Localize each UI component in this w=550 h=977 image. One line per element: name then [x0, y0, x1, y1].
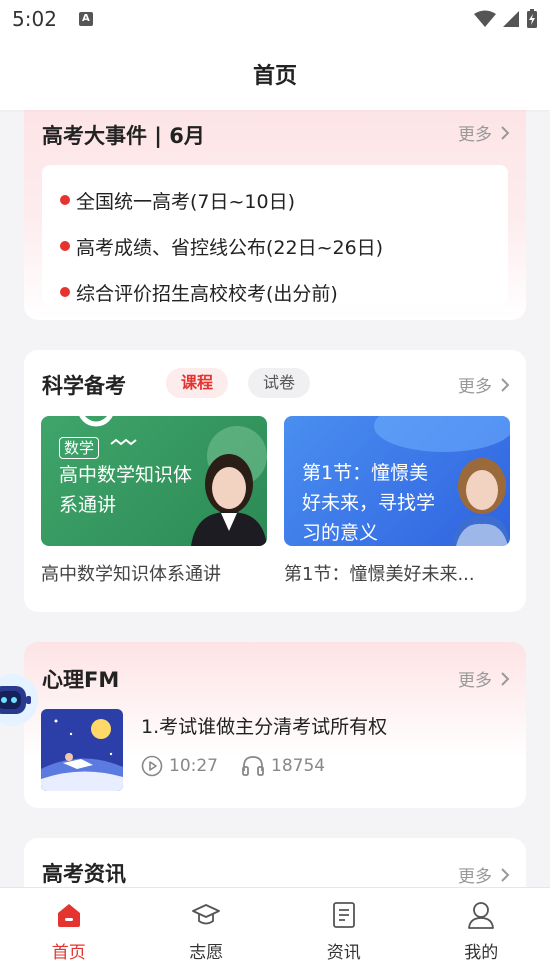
status-bar: 5:02 A	[0, 0, 550, 38]
more-label: 更多	[458, 125, 492, 145]
exam-events-card: 高考大事件 | 6月 更多 全国统一高考(7日~10日) 高考成绩、省控线公布(…	[24, 110, 526, 320]
battery-icon	[527, 9, 537, 28]
exam-prep-title: 科学备考	[42, 374, 126, 398]
play-circle-icon	[141, 755, 163, 777]
bullet-dot-icon	[60, 195, 70, 205]
tab-news[interactable]: 资讯	[275, 888, 413, 977]
exam-event-text: 综合评价招生高校校考(出分前)	[76, 282, 338, 305]
fm-listens-value: 18754	[271, 756, 326, 776]
exam-event-text: 全国统一高考(7日~10日)	[76, 190, 296, 213]
more-label: 更多	[458, 867, 492, 887]
course-item-lesson-1[interactable]: 第1节：憧憬美 好未来，寻找学 习的意义 第1节：憧憬美好未来...	[284, 416, 510, 586]
tab-volunteer[interactable]: 志愿	[138, 888, 276, 977]
course-caption: 高中数学知识体系通讲	[41, 564, 221, 585]
thumbnail-text-line: 习的意义	[302, 522, 379, 544]
thumbnail-text-line: 系通讲	[59, 494, 117, 516]
exam-event-item[interactable]: 全国统一高考(7日~10日)	[42, 177, 508, 223]
floating-assistant-robot[interactable]	[0, 672, 38, 728]
fm-episode-cover[interactable]	[41, 709, 123, 791]
fm-episode-title[interactable]: 1.考试谁做主分清考试所有权	[141, 712, 387, 739]
course-item-math[interactable]: 数学 高中数学知识体 系通讲 高中数学知识体系通讲	[41, 416, 267, 586]
exam-event-item[interactable]: 高考成绩、省控线公布(22日~26日)	[42, 223, 508, 269]
robot-icon	[0, 674, 38, 726]
home-icon	[57, 904, 80, 927]
tab-label: 我的	[464, 943, 499, 963]
tab-profile[interactable]: 我的	[413, 888, 550, 977]
exam-event-text: 高考成绩、省控线公布(22日~26日)	[76, 236, 384, 259]
status-icons	[474, 9, 538, 29]
chevron-right-icon	[501, 671, 510, 686]
exam-event-item[interactable]: 综合评价招生高校校考(出分前)	[42, 269, 508, 305]
graduation-cap-icon	[192, 904, 221, 925]
news-icon	[332, 902, 355, 928]
tab-exam-papers[interactable]: 试卷	[248, 368, 311, 398]
course-caption: 第1节：憧憬美好未来...	[284, 564, 475, 585]
course-thumbnail: 第1节：憧憬美 好未来，寻找学 习的意义	[284, 416, 510, 546]
episode-cover-illustration	[41, 709, 123, 791]
thumbnail-text-line: 好未来，寻找学	[302, 492, 436, 514]
user-icon	[468, 902, 495, 929]
subject-badge: 数学	[59, 437, 100, 459]
tab-label: 资讯	[326, 943, 361, 963]
signal-icon	[503, 11, 519, 27]
exam-events-more-link[interactable]: 更多	[458, 120, 510, 145]
status-time: 5:02	[12, 7, 57, 31]
bullet-dot-icon	[60, 241, 70, 251]
page-title: 首页	[252, 64, 297, 89]
fm-duration: 10:27	[141, 755, 218, 777]
course-thumbnail: 数学 高中数学知识体 系通讲	[41, 416, 267, 546]
fm-duration-value: 10:27	[169, 756, 218, 776]
psychology-fm-card: 心理FM 更多 1.考试谁做主分清考试所有权 10:27 18754	[24, 642, 526, 808]
tab-home[interactable]: 首页	[0, 888, 138, 977]
bullet-dot-icon	[60, 287, 70, 297]
more-label: 更多	[458, 671, 492, 691]
psychology-fm-title: 心理FM	[42, 668, 120, 692]
exam-events-list: 全国统一高考(7日~10日) 高考成绩、省控线公布(22日~26日) 综合评价招…	[42, 165, 508, 305]
headphones-icon	[242, 756, 264, 776]
bottom-tab-bar: 首页 志愿 资讯 我的	[0, 887, 550, 977]
notification-a-icon: A	[78, 12, 93, 26]
more-label: 更多	[458, 377, 492, 397]
tab-label: 首页	[51, 943, 86, 963]
thumbnail-text-line: 高中数学知识体	[59, 464, 193, 486]
thumbnail-text-line: 第1节：憧憬美	[302, 462, 429, 484]
fm-listens: 18754	[241, 755, 325, 777]
app-header: 首页	[0, 38, 550, 110]
exam-news-card: 高考资讯 更多	[24, 838, 526, 887]
chevron-right-icon	[501, 867, 510, 882]
chevron-right-icon	[501, 377, 510, 392]
exam-prep-more-link[interactable]: 更多	[458, 372, 510, 397]
chevron-right-icon	[501, 125, 510, 140]
exam-events-title: 高考大事件 | 6月	[42, 124, 205, 148]
exam-news-title: 高考资讯	[42, 862, 126, 886]
tab-courses[interactable]: 课程	[166, 368, 229, 398]
tab-label: 志愿	[189, 943, 224, 963]
exam-news-more-link[interactable]: 更多	[458, 862, 510, 887]
exam-prep-card: 科学备考 课程 试卷 更多 数学 高中数学知识体 系通讲 高中数学知识体系通讲 …	[24, 350, 526, 612]
psychology-fm-more-link[interactable]: 更多	[458, 666, 510, 691]
home-feed[interactable]: 高考大事件 | 6月 更多 全国统一高考(7日~10日) 高考成绩、省控线公布(…	[0, 110, 550, 887]
wifi-icon	[474, 10, 496, 27]
